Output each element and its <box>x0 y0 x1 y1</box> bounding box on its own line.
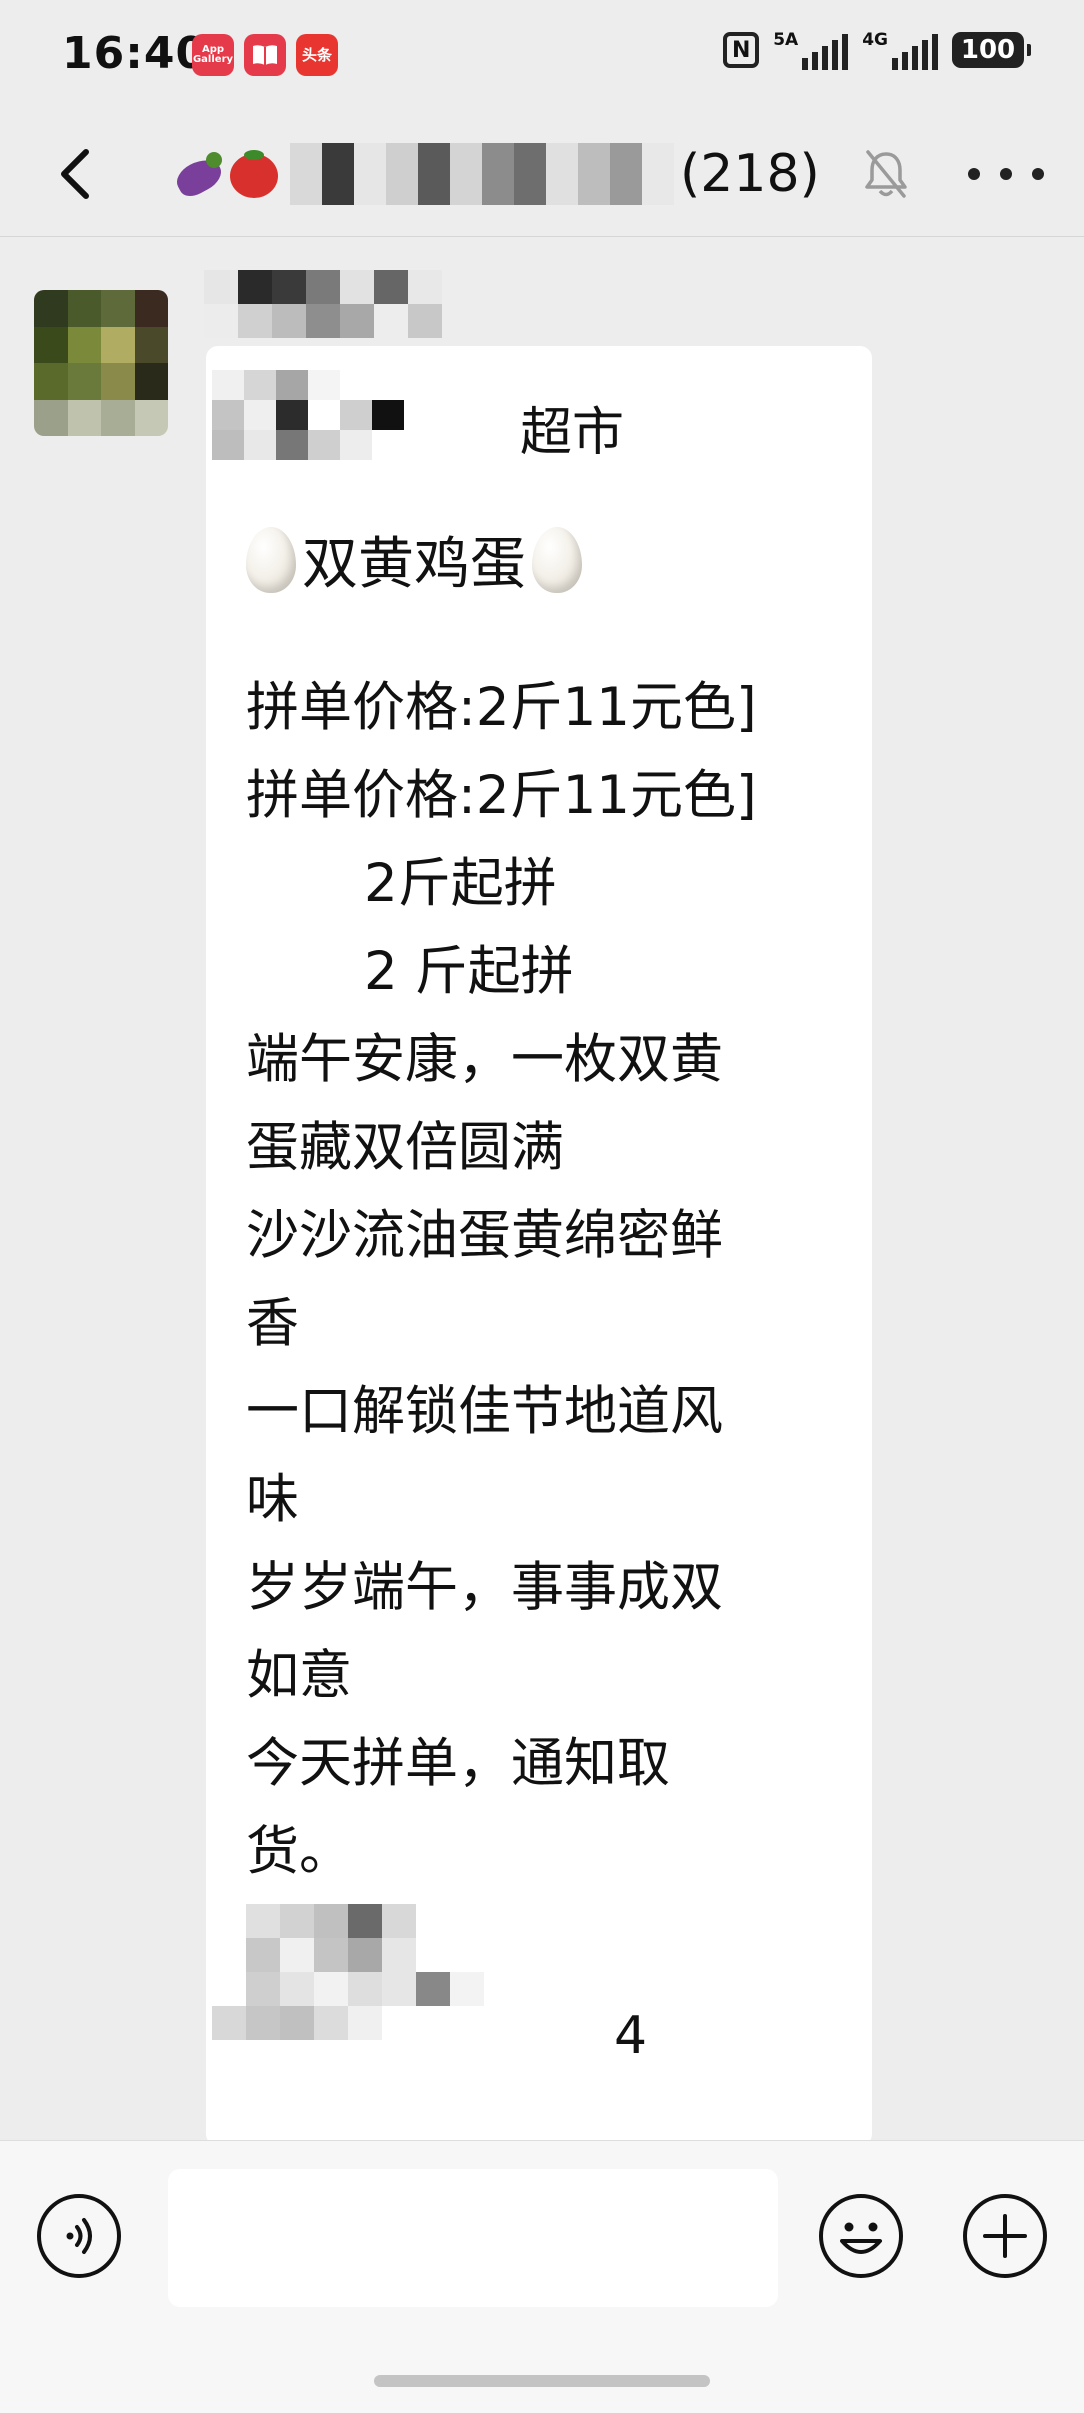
status-indicators: N 5A 4G 100 <box>723 30 1031 70</box>
smiley-icon <box>819 2194 903 2278</box>
signal-4g: 4G <box>862 30 938 70</box>
body-line: 今天拼单，通知取 <box>246 1733 670 1794</box>
min-order-line: 2 斤起拼 <box>364 941 574 1002</box>
body-line: 岁岁端午，事事成双 <box>246 1557 723 1618</box>
redacted-title-mosaic <box>290 143 674 205</box>
shop-name: 超市 <box>520 403 625 463</box>
body-line: 蛋藏双倍圆满 <box>246 1117 564 1178</box>
body-line: 沙沙流油蛋黄绵密鲜 <box>246 1205 723 1266</box>
status-time: 16:40 <box>62 28 208 79</box>
redacted-shop-mosaic <box>212 370 404 460</box>
min-order-line: 2斤起拼 <box>364 853 557 914</box>
title-emojis <box>168 146 280 202</box>
signal-label-4g: 4G <box>862 30 888 50</box>
chat-header: (218) <box>0 112 1084 237</box>
plus-button[interactable] <box>960 2191 1050 2281</box>
body-line: 一口解锁佳节地道风 <box>246 1381 723 1442</box>
chevron-left-icon <box>61 149 89 199</box>
body-line: 味 <box>246 1469 299 1530</box>
message-bubble[interactable]: 超市 双黄鸡蛋 拼单价格:2斤11元色] 拼单价格:2斤11元色] 2斤起拼 2… <box>206 346 872 2146</box>
product-title: 双黄鸡蛋 <box>302 532 526 597</box>
body-line: 如意 <box>246 1645 352 1706</box>
voice-icon <box>37 2194 121 2278</box>
product-title-line: 双黄鸡蛋 <box>246 520 844 610</box>
signal-bars-icon <box>892 34 938 70</box>
nfc-icon: N <box>723 32 760 68</box>
egg-icon <box>246 527 296 593</box>
partial-tail-text: 4 <box>614 2006 648 2066</box>
notification-app-icons: App Gallery 头条 <box>192 34 338 76</box>
more-dots-icon <box>968 168 980 180</box>
input-bar <box>0 2140 1084 2413</box>
price-line: 拼单价格:2斤11元色] <box>246 677 757 738</box>
status-bar: 16:40 App Gallery 头条 N 5A 4G 100 <box>0 0 1084 112</box>
app-gallery-icon: App Gallery <box>192 34 234 76</box>
bell-off-icon <box>862 146 910 202</box>
redacted-tail: 4 <box>212 1904 844 2066</box>
emoji-button[interactable] <box>816 2191 906 2281</box>
egg-icon <box>532 527 582 593</box>
more-button[interactable] <box>968 150 1044 198</box>
voice-button[interactable] <box>34 2191 124 2281</box>
redacted-tail-mosaic <box>212 1904 844 2040</box>
back-button[interactable] <box>40 134 120 214</box>
battery-icon: 100 <box>952 32 1031 68</box>
sender-name <box>204 270 442 338</box>
member-count: (218) <box>680 144 820 204</box>
body-line: 香 <box>246 1293 299 1354</box>
avatar[interactable] <box>34 290 168 436</box>
message-input[interactable] <box>168 2169 778 2307</box>
shop-line: 超市 <box>212 370 844 466</box>
plus-icon <box>963 2194 1047 2278</box>
body-line: 端午安康，一枚双黄 <box>246 1029 723 1090</box>
toutiao-icon: 头条 <box>296 34 338 76</box>
signal-5a: 5A <box>773 30 849 70</box>
signal-bars-icon <box>802 34 849 70</box>
tomato-icon <box>228 146 280 198</box>
home-indicator[interactable] <box>374 2375 710 2387</box>
eggplant-icon <box>168 146 227 202</box>
chat-title[interactable]: (218) <box>168 134 820 214</box>
price-line: 拼单价格:2斤11元色] <box>246 765 757 826</box>
signal-label-5a: 5A <box>773 30 799 50</box>
body-line: 货。 <box>246 1821 352 1882</box>
books-icon <box>244 34 286 76</box>
